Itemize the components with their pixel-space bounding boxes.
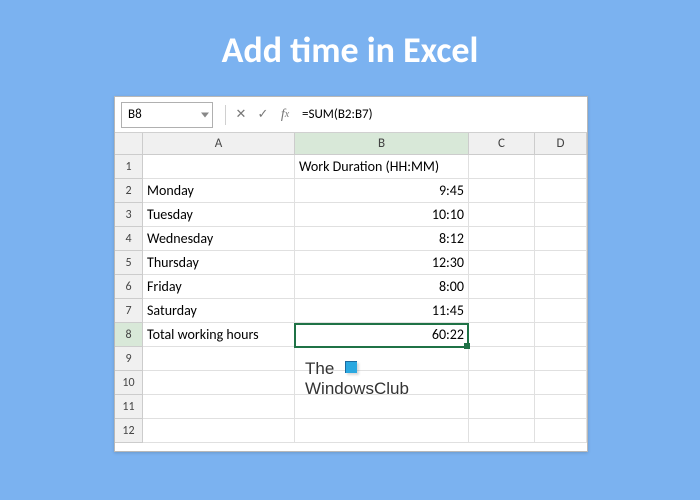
cell[interactable] xyxy=(295,395,469,419)
cell[interactable]: Wednesday xyxy=(143,227,295,251)
formula-bar: B8 fx xyxy=(115,97,587,133)
cell[interactable] xyxy=(535,251,587,275)
row-header[interactable]: 1 xyxy=(115,155,143,179)
cell[interactable] xyxy=(469,251,535,275)
name-box[interactable]: B8 xyxy=(121,102,213,128)
cell[interactable] xyxy=(469,155,535,179)
formula-input[interactable] xyxy=(296,102,587,128)
cell[interactable] xyxy=(469,299,535,323)
cell[interactable] xyxy=(535,323,587,347)
cell[interactable] xyxy=(143,347,295,371)
cell[interactable] xyxy=(535,227,587,251)
cancel-icon[interactable] xyxy=(230,102,252,128)
fx-icon[interactable]: fx xyxy=(274,102,296,128)
cell[interactable] xyxy=(469,179,535,203)
spreadsheet-grid: A B C D 1 Work Duration (HH:MM) 2 Monday… xyxy=(115,133,587,443)
row-header[interactable]: 3 xyxy=(115,203,143,227)
row-header[interactable]: 11 xyxy=(115,395,143,419)
divider xyxy=(225,105,226,125)
cell[interactable] xyxy=(469,227,535,251)
row-header[interactable]: 10 xyxy=(115,371,143,395)
cell[interactable]: 10:10 xyxy=(295,203,469,227)
cell[interactable]: 12:30 xyxy=(295,251,469,275)
cell[interactable] xyxy=(535,275,587,299)
name-box-value: B8 xyxy=(128,107,142,122)
col-header-b[interactable]: B xyxy=(295,133,469,155)
watermark: The WindowsClub xyxy=(305,359,409,398)
cell[interactable]: Saturday xyxy=(143,299,295,323)
cell[interactable]: 9:45 xyxy=(295,179,469,203)
cell[interactable]: 11:45 xyxy=(295,299,469,323)
cell[interactable] xyxy=(535,347,587,371)
cell-active[interactable]: 60:22 xyxy=(295,323,469,347)
cell[interactable]: Tuesday xyxy=(143,203,295,227)
row-header[interactable]: 6 xyxy=(115,275,143,299)
cell[interactable]: Work Duration (HH:MM) xyxy=(295,155,469,179)
col-header-a[interactable]: A xyxy=(143,133,295,155)
cell[interactable] xyxy=(143,371,295,395)
cell[interactable] xyxy=(469,347,535,371)
row-header[interactable]: 9 xyxy=(115,347,143,371)
cell[interactable] xyxy=(535,179,587,203)
cell[interactable] xyxy=(469,323,535,347)
cell[interactable] xyxy=(469,203,535,227)
cell[interactable]: Friday xyxy=(143,275,295,299)
cell[interactable]: Monday xyxy=(143,179,295,203)
cell[interactable]: Total working hours xyxy=(143,323,295,347)
row-header[interactable]: 5 xyxy=(115,251,143,275)
rows: 1 Work Duration (HH:MM) 2 Monday 9:45 3 … xyxy=(115,155,587,443)
col-header-d[interactable]: D xyxy=(535,133,587,155)
cell[interactable] xyxy=(469,395,535,419)
cell[interactable] xyxy=(469,371,535,395)
column-headers: A B C D xyxy=(115,133,587,155)
page-title: Add time in Excel xyxy=(0,0,700,94)
cell[interactable] xyxy=(143,155,295,179)
cell[interactable] xyxy=(469,275,535,299)
cell[interactable] xyxy=(143,419,295,443)
select-all-corner[interactable] xyxy=(115,133,143,155)
col-header-c[interactable]: C xyxy=(469,133,535,155)
cell[interactable] xyxy=(295,419,469,443)
cell[interactable]: 8:12 xyxy=(295,227,469,251)
cell[interactable] xyxy=(143,395,295,419)
cell[interactable] xyxy=(535,395,587,419)
row-header[interactable]: 8 xyxy=(115,323,143,347)
row-header[interactable]: 4 xyxy=(115,227,143,251)
chevron-down-icon[interactable] xyxy=(201,112,209,117)
cell[interactable] xyxy=(535,419,587,443)
row-header[interactable]: 2 xyxy=(115,179,143,203)
cell[interactable] xyxy=(469,419,535,443)
watermark-line2: WindowsClub xyxy=(305,379,409,398)
cell[interactable] xyxy=(535,155,587,179)
row-header[interactable]: 12 xyxy=(115,419,143,443)
logo-square-icon xyxy=(345,361,357,373)
cell[interactable] xyxy=(535,371,587,395)
excel-window: B8 fx A B C D 1 Work Duration (HH:MM) xyxy=(114,96,588,452)
watermark-line1: The xyxy=(305,359,334,378)
enter-icon[interactable] xyxy=(252,102,274,128)
cell[interactable] xyxy=(535,299,587,323)
cell[interactable]: Thursday xyxy=(143,251,295,275)
cell[interactable]: 8:00 xyxy=(295,275,469,299)
row-header[interactable]: 7 xyxy=(115,299,143,323)
cell[interactable] xyxy=(535,203,587,227)
